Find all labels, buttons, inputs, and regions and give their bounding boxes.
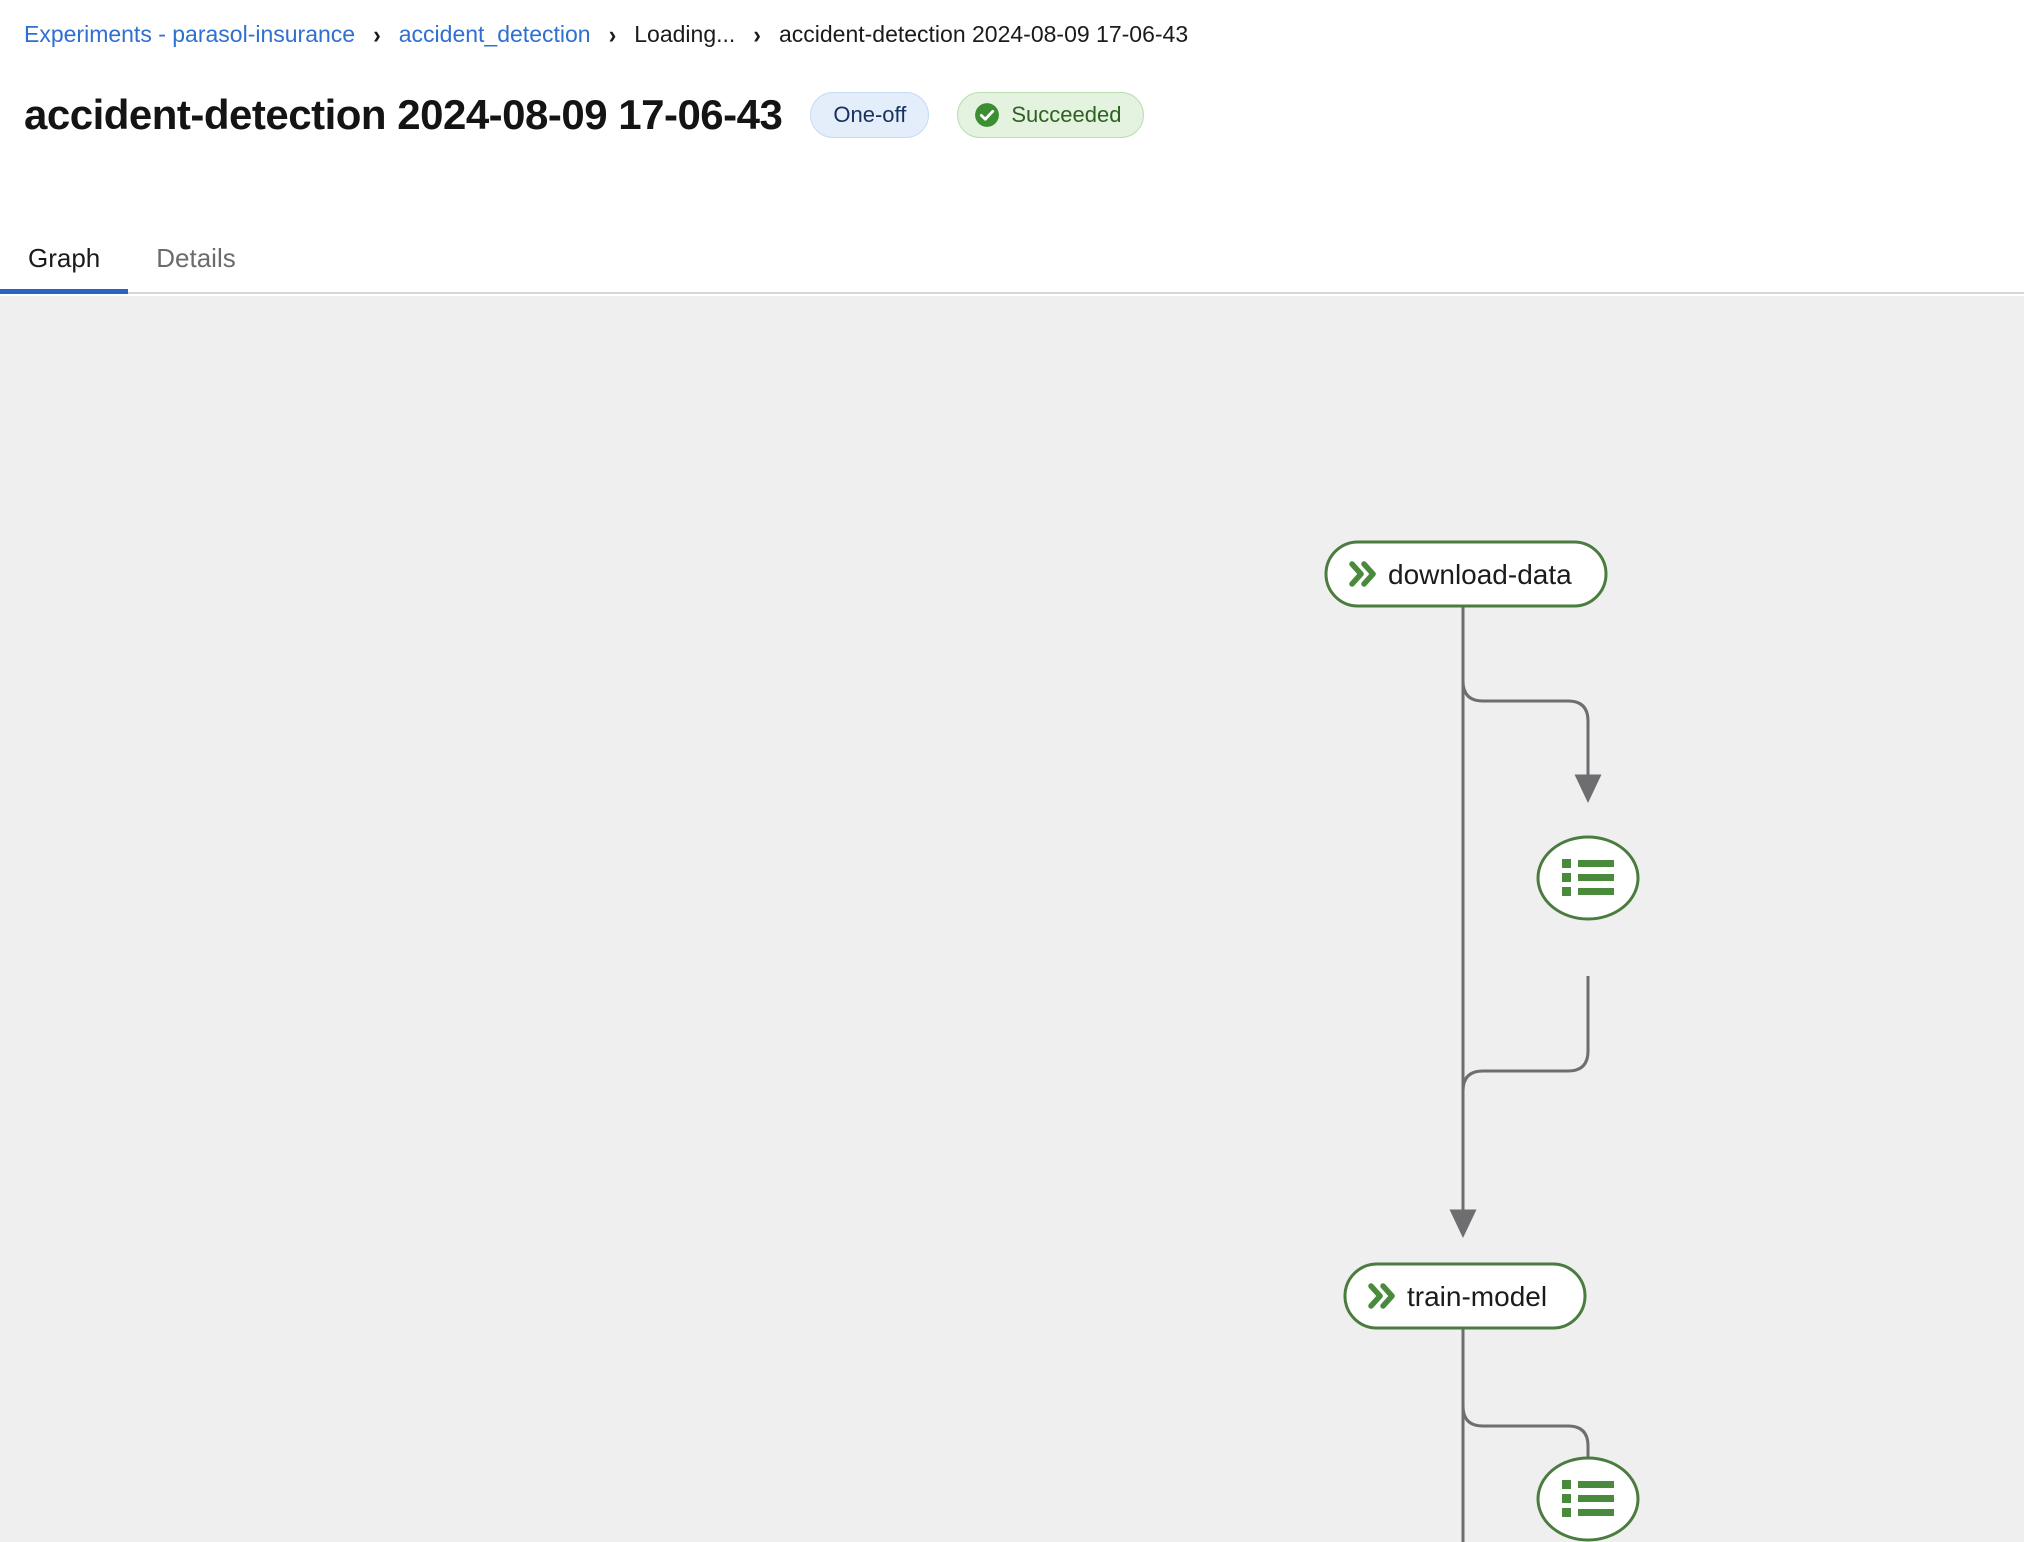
badge-one-off: One-off [810, 92, 930, 138]
graph-node-download-data[interactable]: download-data [1324, 540, 1608, 608]
breadcrumb: Experiments - parasol-insurance › accide… [24, 16, 1188, 52]
badge-one-off-label: One-off [833, 102, 907, 127]
breadcrumb-item-experiments[interactable]: Experiments - parasol-insurance [24, 16, 355, 52]
breadcrumb-item-current: accident-detection 2024-08-09 17-06-43 [778, 21, 1189, 47]
edge-download-data-to-artifact-1 [1461, 606, 1602, 803]
node-download-data-label: download-data [1388, 559, 1572, 590]
tab-bar: Graph Details [0, 225, 2024, 294]
status-badge: Succeeded [957, 92, 1145, 138]
status-badge-label: Succeeded [1011, 102, 1122, 127]
list-icon [1562, 1480, 1614, 1517]
breadcrumb-separator-icon: › [608, 19, 617, 49]
graph-node-train-model[interactable]: train-model [1343, 1262, 1587, 1330]
page-header: Experiments - parasol-insurance › accide… [0, 0, 2024, 294]
edge-artifact-1-to-train-model [1461, 976, 1590, 1211]
breadcrumb-separator-icon: › [753, 19, 761, 49]
pipeline-graph-canvas[interactable]: download-data train-model [0, 296, 2024, 1542]
run-detail-page: Experiments - parasol-insurance › accide… [0, 0, 2024, 1542]
tab-graph-label: Graph [28, 243, 101, 273]
graph-node-artifact-2[interactable] [1536, 1456, 1640, 1542]
node-train-model-label: train-model [1407, 1281, 1547, 1312]
check-circle-icon [975, 103, 1000, 127]
breadcrumb-separator-icon: › [373, 19, 381, 49]
tab-details-label: Details [156, 243, 236, 273]
pipeline-graph: download-data train-model [1324, 540, 1640, 1542]
tab-graph[interactable]: Graph [0, 225, 129, 294]
breadcrumb-item-loading: Loading... [634, 21, 736, 47]
graph-edges [1449, 606, 1602, 1542]
graph-node-artifact-1[interactable] [1536, 835, 1640, 921]
list-icon [1562, 859, 1614, 896]
breadcrumb-item-accident-detection[interactable]: accident_detection [399, 16, 591, 52]
tab-details[interactable]: Details [128, 225, 263, 292]
title-row: accident-detection 2024-08-09 17-06-43 O… [24, 86, 1145, 144]
page-title: accident-detection 2024-08-09 17-06-43 [24, 91, 783, 138]
